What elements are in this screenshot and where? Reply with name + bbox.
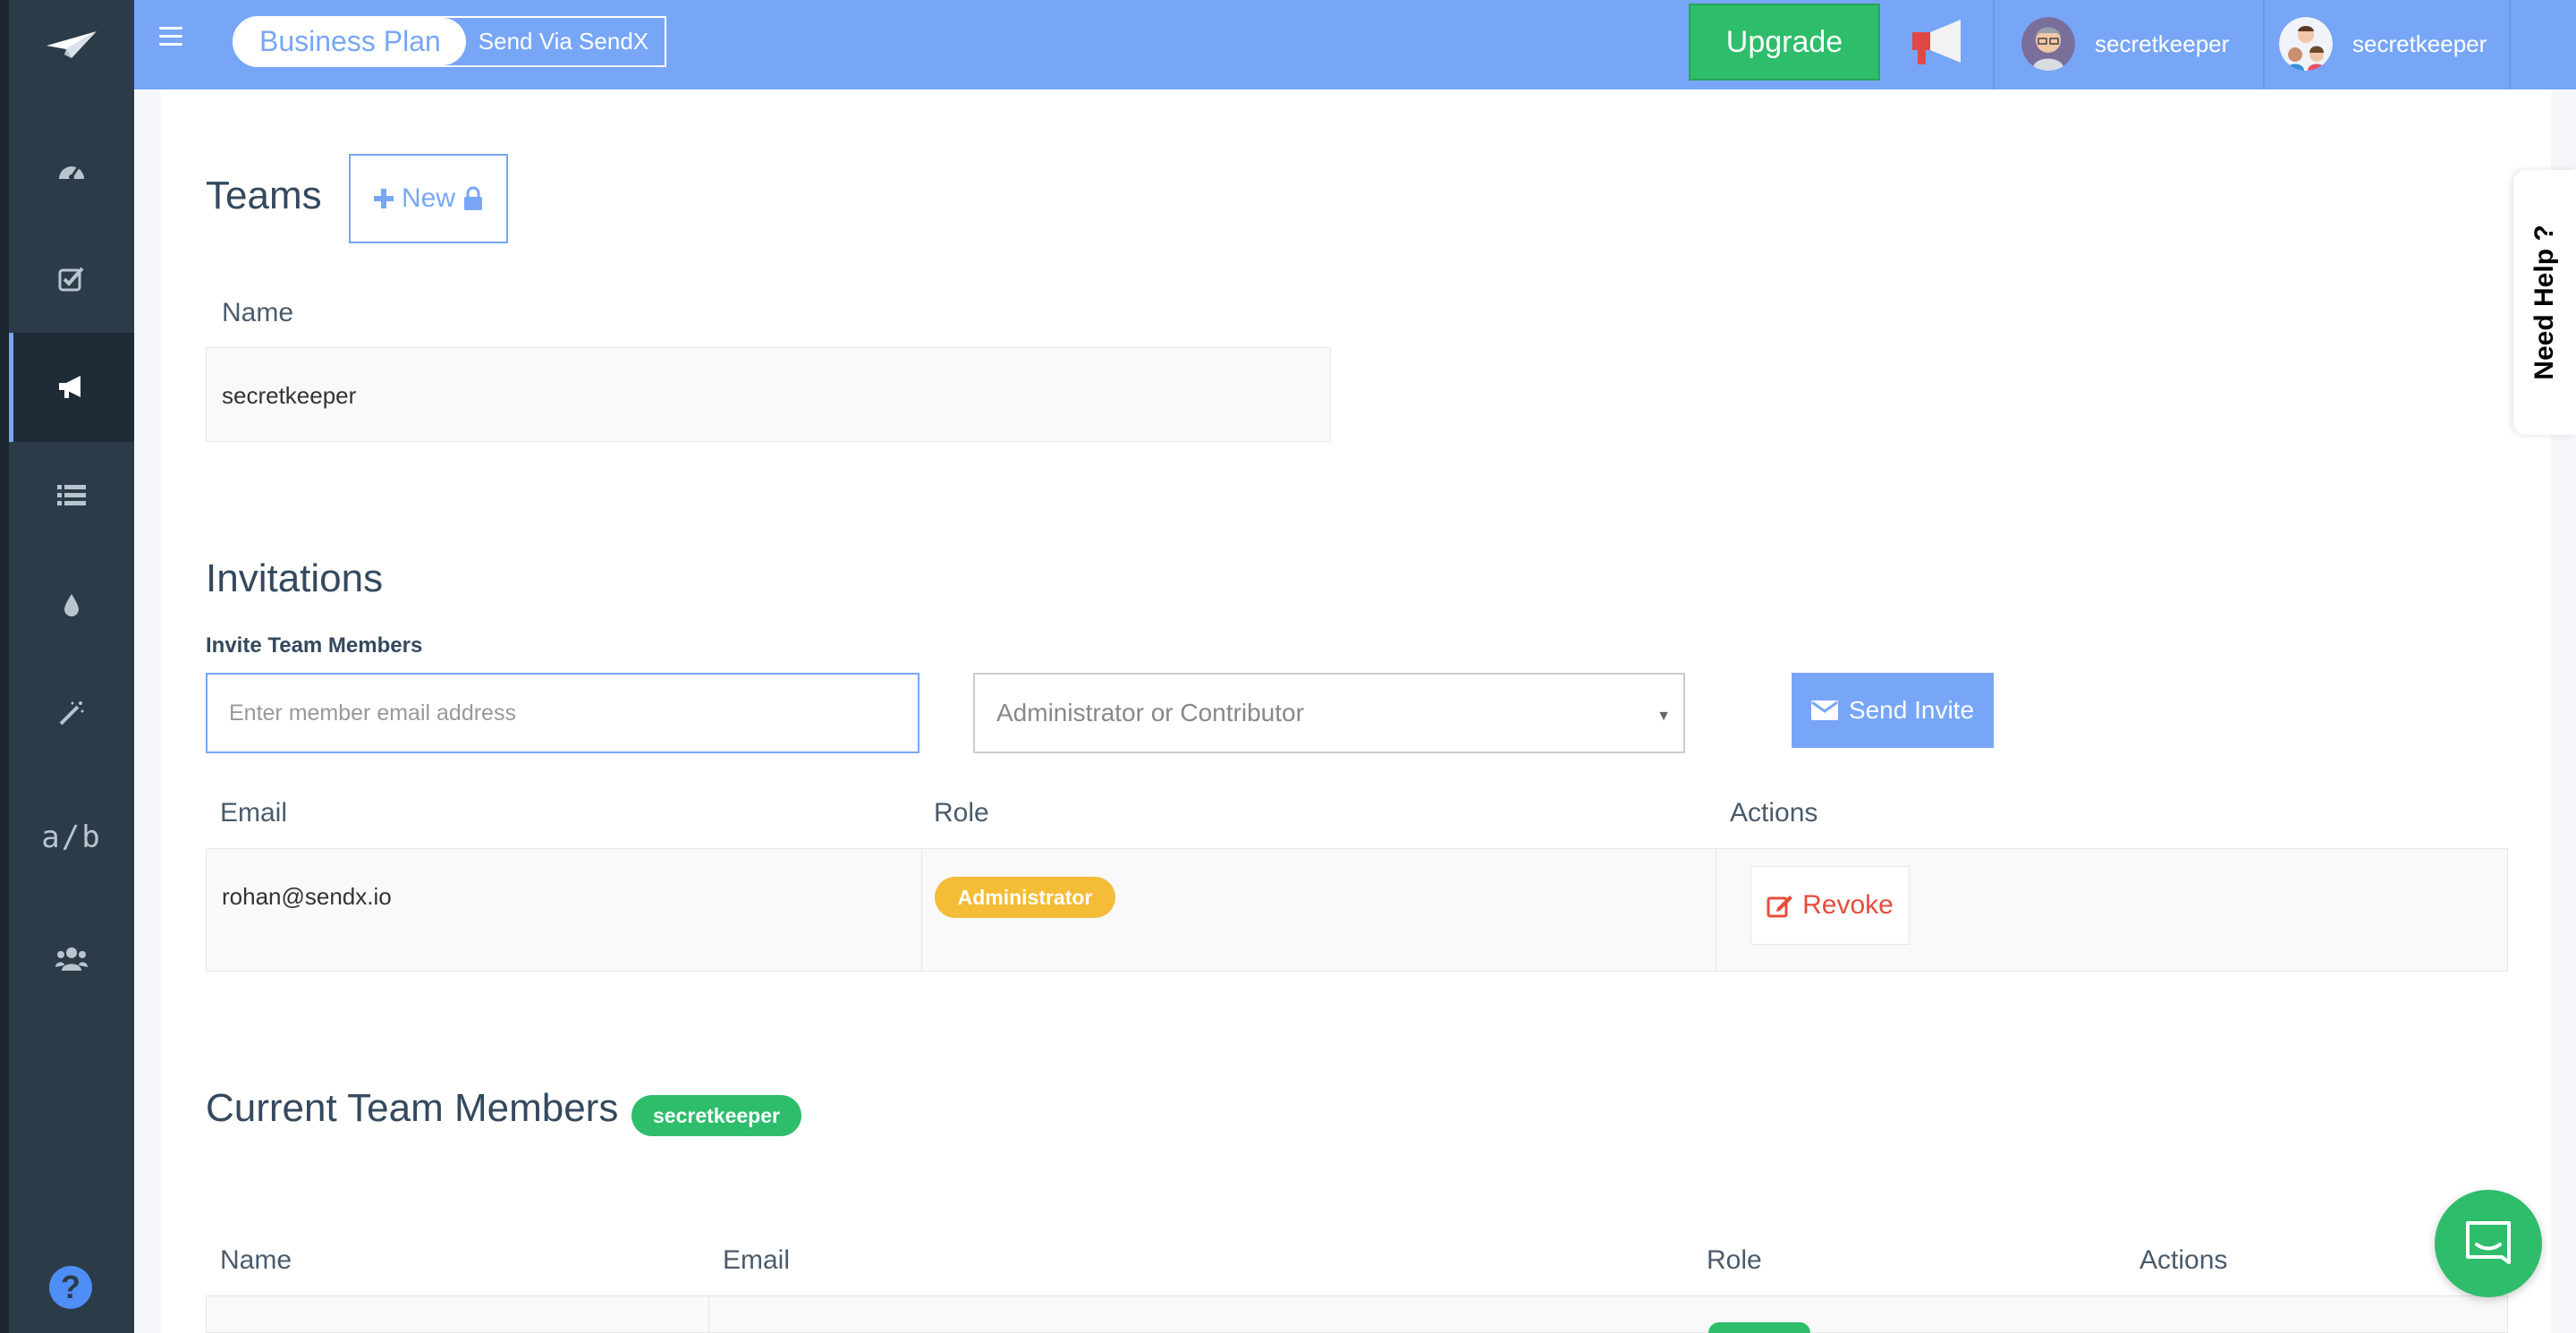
new-team-label: New: [401, 183, 455, 213]
magic-wand-icon: [59, 701, 84, 726]
username-label: secretkeeper: [2095, 30, 2230, 57]
invitation-email-cell: rohan@sendx.io: [222, 883, 392, 910]
invitations-column-role: Role: [934, 798, 989, 828]
plus-icon: [373, 189, 394, 208]
top-navbar: Business Plan Send Via SendX Upgrade sec…: [134, 0, 2576, 89]
member-role-badge: [1708, 1322, 1810, 1333]
role-badge-administrator: Administrator: [935, 877, 1115, 918]
invitations-title: Invitations: [206, 556, 384, 600]
invitations-column-actions: Actions: [1730, 798, 1818, 828]
column-separator: [921, 848, 922, 972]
teams-column-name: Name: [222, 298, 294, 327]
upgrade-button[interactable]: Upgrade: [1689, 4, 1880, 81]
sidebar-item-automation[interactable]: [9, 658, 134, 768]
team-badge: secretkeeper: [631, 1095, 801, 1136]
send-invite-button[interactable]: Send Invite: [1792, 673, 1994, 748]
user-menu-2[interactable]: secretkeeper: [2279, 16, 2487, 72]
sidebar-item-ab-test[interactable]: a/b: [9, 783, 134, 892]
teams-title: Teams: [206, 174, 322, 217]
members-column-actions: Actions: [2140, 1245, 2228, 1275]
sidebar-item-drip[interactable]: [9, 550, 134, 659]
megaphone-icon: [59, 376, 80, 398]
hamburger-menu-icon[interactable]: [159, 27, 182, 48]
role-select-placeholder: Administrator or Contributor: [996, 699, 1304, 726]
sidebar: a/b ?: [0, 0, 134, 1333]
sidebar-item-tasks[interactable]: [9, 224, 134, 333]
role-select[interactable]: Administrator or Contributor ▼: [973, 673, 1685, 753]
lock-icon: [464, 186, 482, 210]
invite-team-members-label: Invite Team Members: [206, 633, 423, 658]
caret-down-icon: ▼: [1657, 709, 1671, 724]
send-invite-label: Send Invite: [1848, 696, 1975, 724]
envelope-icon: [1810, 700, 1838, 720]
sidebar-item-dashboard[interactable]: [9, 115, 134, 225]
sidebar-item-team[interactable]: [9, 904, 134, 1013]
member-email-input[interactable]: [206, 673, 919, 753]
user-menu-1[interactable]: secretkeeper: [2021, 16, 2229, 72]
current-team-members-title: Current Team Members: [206, 1086, 619, 1130]
ab-test-icon: a/b: [41, 819, 102, 855]
navbar-divider: [1993, 0, 1995, 89]
checkbox-icon: [58, 267, 84, 292]
username-label: secretkeeper: [2352, 30, 2487, 57]
members-column-role: Role: [1707, 1245, 1762, 1275]
navbar-divider: [2263, 0, 2265, 89]
need-help-label: Need Help ?: [2529, 225, 2559, 380]
plan-switcher: Business Plan Send Via SendX: [233, 16, 667, 67]
need-help-tab[interactable]: Need Help ?: [2513, 170, 2576, 435]
invitations-column-email: Email: [220, 798, 288, 828]
column-separator: [708, 1295, 709, 1333]
sidebar-item-campaigns[interactable]: [9, 333, 134, 442]
announcements-megaphone-icon[interactable]: [1907, 16, 1970, 70]
sidebar-edge: [0, 0, 9, 1333]
avatar: [2279, 17, 2333, 71]
sidebar-item-lists[interactable]: [9, 441, 134, 550]
list-icon: [57, 485, 86, 505]
table-row: [206, 1295, 2508, 1333]
revoke-label: Revoke: [1802, 890, 1894, 920]
chat-launcher-button[interactable]: [2435, 1190, 2542, 1297]
plan-name-button[interactable]: Business Plan: [234, 18, 466, 65]
team-name-cell: secretkeeper: [222, 382, 357, 409]
logo-paper-plane-icon[interactable]: [9, 0, 134, 89]
dashboard-icon: [59, 166, 84, 180]
members-column-name: Name: [220, 1245, 292, 1275]
help-icon[interactable]: ?: [49, 1266, 92, 1309]
users-icon: [55, 947, 88, 971]
send-via-sendx-button[interactable]: Send Via SendX: [466, 18, 665, 65]
table-row: [206, 848, 2508, 972]
chat-icon: [2466, 1221, 2511, 1264]
revoke-button[interactable]: Revoke: [1750, 866, 1910, 945]
navbar-divider: [2509, 0, 2511, 89]
drop-icon: [64, 594, 79, 616]
new-team-button[interactable]: New: [349, 154, 508, 243]
members-column-email: Email: [723, 1245, 791, 1275]
avatar: [2021, 17, 2075, 71]
edit-icon: [1767, 896, 1793, 918]
table-row[interactable]: [206, 347, 1331, 442]
